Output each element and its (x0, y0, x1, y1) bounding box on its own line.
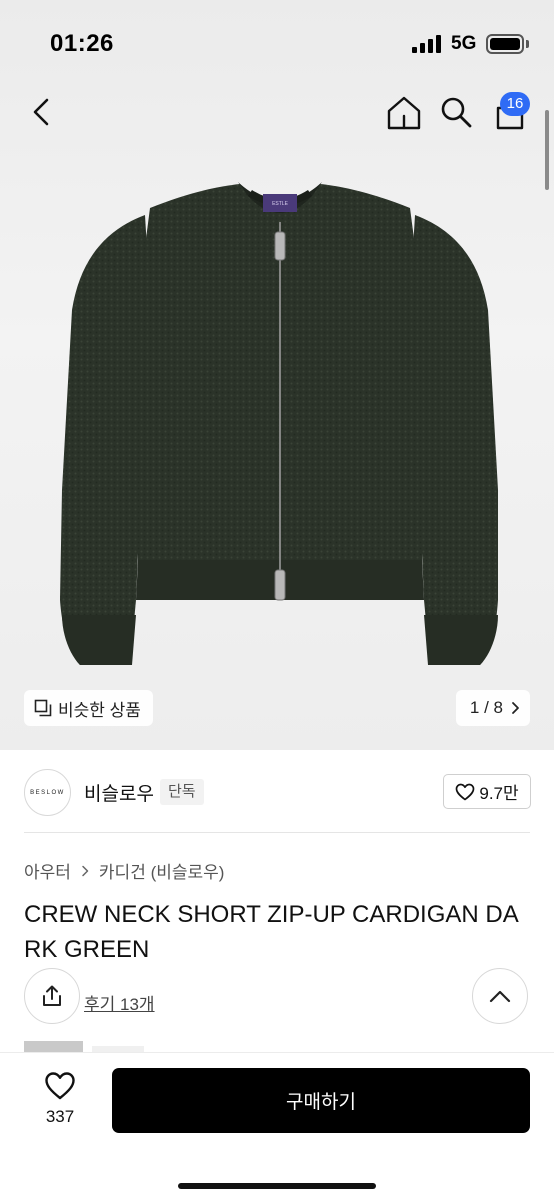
share-icon (43, 985, 61, 1006)
page-indicator-text: 1 / 8 (469, 698, 503, 717)
chevron-right-icon (512, 702, 519, 714)
back-icon[interactable] (26, 96, 58, 128)
scroll-top-button[interactable] (472, 968, 528, 1024)
battery-icon (486, 34, 524, 54)
signal-icon (412, 35, 442, 53)
wishlist-count: 337 (45, 1107, 75, 1126)
battery-tip (526, 40, 529, 48)
brand-name[interactable]: 비슬로우 (84, 779, 154, 806)
brand-like-button[interactable]: 9.7만 (443, 774, 531, 809)
wishlist-heart-icon[interactable] (44, 1071, 76, 1101)
breadcrumb-category[interactable]: 아우터 (24, 858, 71, 883)
brand-logo-text: BESLOW (30, 789, 65, 796)
brand-like-count: 9.7만 (479, 784, 519, 803)
home-icon[interactable] (385, 94, 423, 132)
heart-icon (456, 783, 475, 800)
network-label: 5G (451, 33, 477, 54)
search-icon[interactable] (438, 94, 474, 130)
brand-logo[interactable]: BESLOW (24, 769, 71, 816)
cart-count-badge: 16 (500, 92, 530, 116)
product-hero: 01:26 5G 16 ESTLE 비슷한 상품 1 / 8 (0, 0, 554, 750)
divider (24, 832, 530, 833)
brand-row: BESLOW 비슬로우 단독 9.7만 (0, 765, 554, 819)
similar-products-button[interactable]: 비슷한 상품 (24, 690, 153, 726)
status-bar: 01:26 5G (0, 0, 554, 86)
neck-label-text: ESTLE (272, 201, 289, 207)
reviews-link[interactable]: 후기 13개 (84, 990, 155, 1015)
scrollbar-thumb[interactable] (545, 110, 549, 190)
copy-icon (34, 699, 52, 717)
buy-button[interactable]: 구매하기 (112, 1068, 530, 1133)
bottom-bar: 337 구매하기 (0, 1052, 554, 1200)
home-indicator (178, 1183, 376, 1189)
status-time: 01:26 (50, 30, 114, 57)
share-button[interactable] (24, 968, 80, 1024)
chevron-right-icon (82, 865, 89, 876)
gallery-page-indicator[interactable]: 1 / 8 (455, 690, 530, 726)
breadcrumb-subcategory[interactable]: 카디건 (비슬로우) (99, 858, 225, 883)
chevron-up-icon (489, 990, 511, 1003)
exclusive-badge: 단독 (160, 779, 204, 805)
product-image[interactable]: ESTLE (50, 160, 510, 680)
breadcrumb: 아우터 카디건 (비슬로우) (24, 858, 224, 883)
similar-products-label: 비슷한 상품 (58, 700, 141, 720)
product-title: CREW NECK SHORT ZIP-UP CARDIGAN DARK GRE… (24, 901, 519, 963)
